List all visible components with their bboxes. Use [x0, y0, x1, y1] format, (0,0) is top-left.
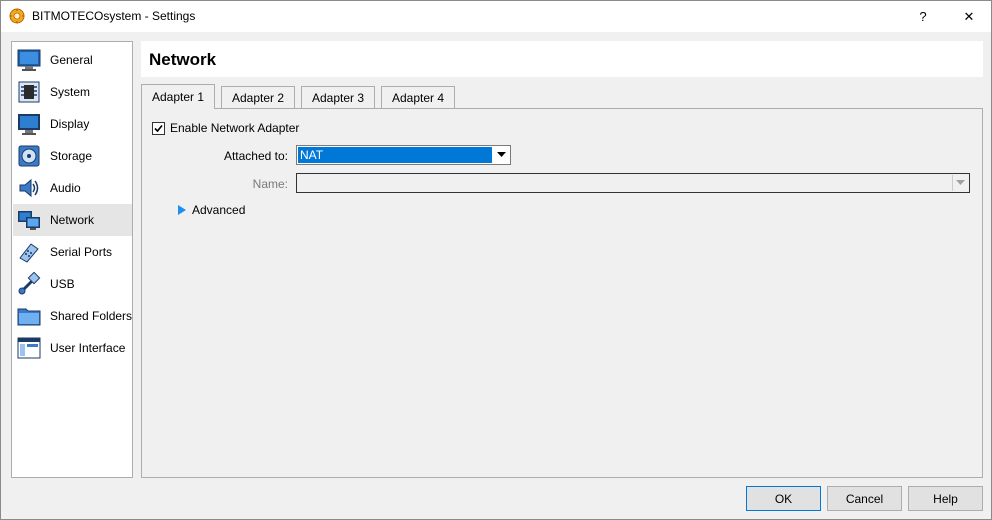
enable-adapter-label: Enable Network Adapter: [170, 121, 300, 135]
advanced-toggle[interactable]: Advanced: [178, 203, 245, 217]
window-ui-icon: [17, 337, 41, 359]
sidebar-item-storage[interactable]: Storage: [13, 140, 132, 172]
chevron-down-icon[interactable]: [952, 175, 968, 191]
tab-adapter-1[interactable]: Adapter 1: [141, 84, 216, 109]
name-select[interactable]: [296, 173, 970, 193]
enable-adapter-row[interactable]: Enable Network Adapter: [152, 121, 299, 135]
sidebar-item-shared-folders[interactable]: Shared Folders: [13, 300, 132, 332]
network-icon: [18, 211, 40, 230]
sidebar-item-label: Audio: [50, 181, 81, 195]
sidebar-item-label: Shared Folders: [50, 309, 133, 323]
settings-sidebar: General System Display Storage Audio Net…: [11, 41, 133, 478]
audio-speaker-icon: [19, 178, 39, 198]
sidebar-item-usb[interactable]: USB: [13, 268, 132, 300]
serial-port-icon: [19, 243, 39, 263]
sidebar-item-user-interface[interactable]: User Interface: [13, 332, 132, 364]
ok-button[interactable]: OK: [746, 486, 821, 511]
sidebar-item-audio[interactable]: Audio: [13, 172, 132, 204]
sidebar-item-serial-ports[interactable]: Serial Ports: [13, 236, 132, 268]
sidebar-item-label: User Interface: [50, 341, 126, 355]
usb-icon: [18, 272, 41, 295]
system-chip-icon: [18, 81, 40, 103]
sidebar-item-label: Network: [50, 213, 95, 227]
name-label: Name:: [252, 177, 288, 191]
virtualbox-gear-icon: [9, 8, 25, 24]
attached-to-label: Attached to:: [223, 149, 288, 163]
sidebar-item-network[interactable]: Network: [13, 204, 132, 236]
help-icon[interactable]: ?: [901, 1, 945, 32]
sidebar-item-system[interactable]: System: [13, 76, 132, 108]
expand-arrow-icon: [178, 205, 186, 215]
sidebar-item-label: Display: [50, 117, 90, 131]
general-monitor-icon: [17, 49, 41, 71]
enable-adapter-checkbox[interactable]: [152, 121, 165, 135]
display-monitor-icon: [18, 114, 40, 135]
sidebar-item-display[interactable]: Display: [13, 108, 132, 140]
adapter-panel: [141, 108, 983, 478]
checkmark-icon: [154, 124, 163, 132]
storage-disk-icon: [18, 145, 40, 167]
cancel-button[interactable]: Cancel: [827, 486, 902, 511]
sidebar-item-label: USB: [50, 277, 75, 291]
attached-to-value: NAT: [298, 147, 492, 163]
chevron-down-icon[interactable]: [493, 147, 509, 163]
title-bar: BITMOTECOsystem - Settings ? ✕: [1, 1, 991, 32]
window-title: BITMOTECOsystem - Settings: [32, 9, 196, 23]
tab-adapter-3[interactable]: Adapter 3: [301, 86, 376, 108]
help-button[interactable]: Help: [908, 486, 983, 511]
sidebar-item-label: System: [50, 85, 91, 99]
sidebar-item-label: Storage: [50, 149, 93, 163]
advanced-label: Advanced: [192, 203, 246, 217]
sidebar-item-general[interactable]: General: [13, 44, 132, 76]
page-header: Network: [141, 41, 983, 77]
sidebar-item-label: Serial Ports: [50, 245, 113, 259]
close-icon[interactable]: ✕: [947, 1, 991, 32]
settings-window: BITMOTECOsystem - Settings ? ✕ General S…: [0, 0, 992, 520]
tab-adapter-2[interactable]: Adapter 2: [221, 86, 296, 108]
tab-adapter-4[interactable]: Adapter 4: [381, 86, 456, 108]
folder-icon: [17, 308, 41, 326]
sidebar-item-label: General: [50, 53, 93, 67]
attached-to-select[interactable]: NAT: [296, 145, 511, 165]
page-title: Network: [149, 50, 217, 69]
